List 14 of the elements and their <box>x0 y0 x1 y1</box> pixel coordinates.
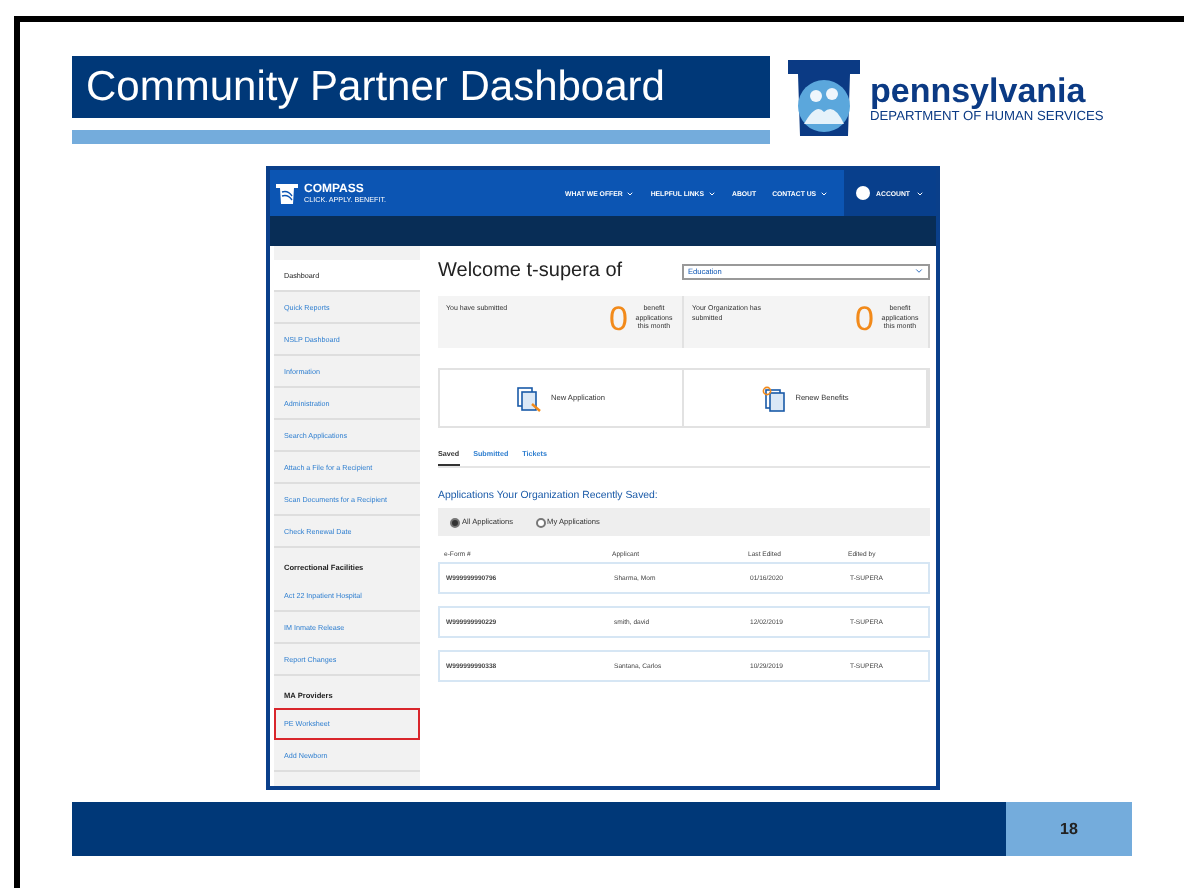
welcome-heading: Welcome t-supera of <box>438 260 623 282</box>
radio-dot[interactable] <box>450 517 460 527</box>
logo-name: pennsylvania <box>870 73 1088 109</box>
stat-count: 0 <box>855 304 874 336</box>
page-number: 18 <box>1006 802 1132 856</box>
document-pencil-icon <box>516 385 543 411</box>
stat-count: 0 <box>609 304 628 336</box>
keystone-family-icon <box>786 58 862 138</box>
documents-refresh-icon <box>761 385 788 411</box>
keystone-logo-icon <box>276 183 298 203</box>
radio-dot[interactable] <box>535 517 546 527</box>
chevron-down-icon <box>914 266 924 276</box>
avatar-circle <box>856 186 871 200</box>
slide-title: Community Partner Dashboard <box>72 56 770 118</box>
